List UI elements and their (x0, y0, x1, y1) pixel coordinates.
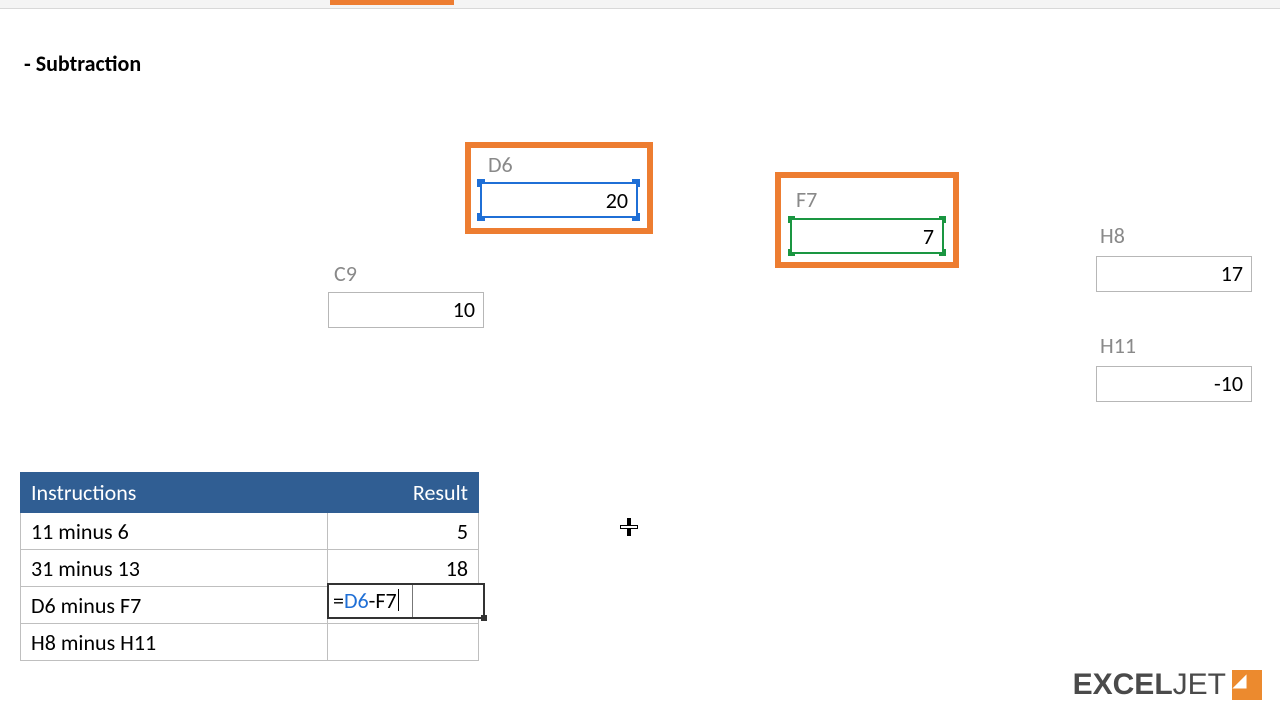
cell-label-h8: H8 (1100, 222, 1125, 249)
instruction-cell[interactable]: 31 minus 13 (21, 550, 328, 587)
fill-handle[interactable] (481, 615, 487, 621)
formula-equals: = (333, 587, 344, 614)
cell-h8[interactable]: 17 (1096, 256, 1252, 292)
excel-select-cursor-icon (620, 518, 638, 536)
result-cell[interactable]: 5 (328, 513, 479, 550)
table-row: 11 minus 6 5 (21, 513, 479, 550)
logo-text: EXCELJET (1073, 668, 1226, 702)
logo-mark-icon (1232, 670, 1262, 700)
edit-cell-divider (412, 585, 413, 617)
cell-h11[interactable]: -10 (1096, 366, 1252, 402)
instruction-cell[interactable]: D6 minus F7 (21, 587, 328, 624)
cell-f7[interactable]: 7 (792, 220, 942, 252)
formula-edit-cell[interactable]: =D6-F7 (327, 583, 485, 619)
cell-label-c9: C9 (334, 260, 357, 287)
instruction-cell[interactable]: H8 minus H11 (21, 624, 328, 661)
table-row: 31 minus 13 18 (21, 550, 479, 587)
col-header-result: Result (328, 473, 479, 513)
exercise-table: Instructions Result 11 minus 6 5 31 minu… (20, 472, 479, 661)
exceljet-logo: EXCELJET (1073, 668, 1262, 702)
formula-ref-f7: F7 (375, 587, 396, 614)
result-cell[interactable]: 18 (328, 550, 479, 587)
worksheet-section-title: - Subtraction (24, 50, 141, 77)
formula-ref-d6: D6 (344, 587, 369, 614)
result-cell[interactable] (328, 624, 479, 661)
col-header-instructions: Instructions (21, 473, 328, 513)
table-row: H8 minus H11 (21, 624, 479, 661)
instruction-cell[interactable]: 11 minus 6 (21, 513, 328, 550)
cell-label-h11: H11 (1100, 332, 1136, 359)
window-top-strip (0, 0, 1280, 9)
cell-c9[interactable]: 10 (328, 292, 484, 328)
text-caret (398, 589, 399, 611)
active-tab-underline (330, 0, 454, 5)
cell-label-f7: F7 (796, 186, 817, 213)
table-header-row: Instructions Result (21, 473, 479, 513)
cell-label-d6: D6 (488, 151, 513, 178)
cell-d6[interactable]: 20 (482, 184, 636, 216)
